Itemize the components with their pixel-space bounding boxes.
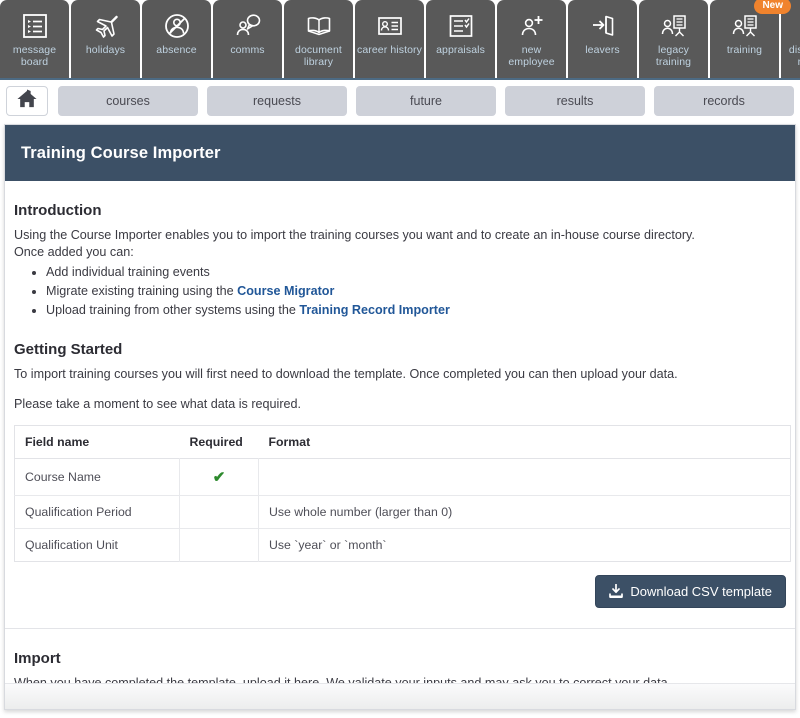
getting-started-section: Getting Started To import training cours…: [5, 341, 795, 608]
cell-required: ✔: [180, 459, 259, 496]
getting-started-line2: Please take a moment to see what data is…: [14, 396, 786, 413]
introduction-line1: Using the Course Importer enables you to…: [14, 227, 786, 244]
checklist-icon: [444, 9, 478, 43]
person-plus-icon: [515, 9, 549, 43]
download-csv-template-button[interactable]: Download CSV template: [595, 575, 786, 608]
table-header-row: Field name Required Format: [15, 426, 791, 459]
nav-item-label: message board: [1, 45, 69, 68]
subnav-tab-label: requests: [253, 94, 301, 108]
column-header-required: Required: [180, 426, 259, 459]
cell-field-name: Qualification Period: [15, 496, 180, 529]
navigation-underline: [0, 78, 800, 80]
nav-item-label: document library: [285, 45, 353, 68]
download-button-label: Download CSV template: [630, 584, 772, 599]
nav-item-label: disciplinary records: [782, 45, 800, 68]
nav-item-label: leavers: [569, 45, 637, 57]
home-icon: [16, 89, 38, 114]
introduction-line2: Once added you can:: [14, 244, 786, 261]
bullet-text: Add individual training events: [46, 265, 210, 279]
subnav-tab-label: results: [557, 94, 594, 108]
person-crossed-icon: [160, 9, 194, 43]
introduction-heading: Introduction: [14, 202, 786, 219]
subnav-tab-courses[interactable]: courses: [58, 86, 198, 116]
person-card-icon: [373, 9, 407, 43]
introduction-section: Introduction Using the Course Importer e…: [5, 202, 795, 320]
nav-item-training[interactable]: New training: [710, 0, 779, 78]
cell-format: [259, 459, 791, 496]
subnav-tab-label: records: [703, 94, 745, 108]
exit-door-icon: [586, 9, 620, 43]
getting-started-heading: Getting Started: [14, 341, 786, 358]
list-item: Migrate existing training using the Cour…: [46, 282, 786, 301]
bullet-text: Upload training from other systems using…: [46, 303, 299, 317]
introduction-bullet-list: Add individual training events Migrate e…: [14, 263, 786, 320]
nav-item-holidays[interactable]: holidays: [71, 0, 140, 78]
column-header-field-name: Field name: [15, 426, 180, 459]
subnav-tab-records[interactable]: records: [654, 86, 794, 116]
list-board-icon: [18, 9, 52, 43]
download-button-row: Download CSV template: [14, 575, 786, 608]
nav-item-document-library[interactable]: document library: [284, 0, 353, 78]
field-requirements-table: Field name Required Format Course Name ✔…: [14, 425, 791, 562]
nav-item-label: absence: [143, 45, 211, 57]
open-book-icon: [302, 9, 336, 43]
list-item: Add individual training events: [46, 263, 786, 282]
subnav-tab-label: courses: [106, 94, 150, 108]
nav-item-absence[interactable]: absence: [142, 0, 211, 78]
table-row: Course Name ✔: [15, 459, 791, 496]
nav-item-label: appraisals: [427, 45, 495, 57]
training-record-importer-link[interactable]: Training Record Importer: [299, 303, 449, 317]
column-header-format: Format: [259, 426, 791, 459]
nav-item-label: career history: [356, 45, 424, 57]
nav-item-comms[interactable]: comms: [213, 0, 282, 78]
panel-footer: [5, 683, 795, 709]
nav-item-appraisals[interactable]: appraisals: [426, 0, 495, 78]
nav-item-career-history[interactable]: career history: [355, 0, 424, 78]
page-title: Training Course Importer: [21, 144, 221, 163]
cell-format: Use whole number (larger than 0): [259, 496, 791, 529]
nav-item-label: training: [711, 45, 779, 57]
airplane-icon: [89, 9, 123, 43]
nav-item-label: legacy training: [640, 45, 708, 68]
subnav-tab-label: future: [410, 94, 442, 108]
cell-field-name: Course Name: [15, 459, 180, 496]
cell-field-name: Qualification Unit: [15, 529, 180, 562]
panel-header: Training Course Importer: [5, 125, 795, 181]
new-badge: New: [754, 0, 791, 14]
nav-item-message-board[interactable]: message board: [0, 0, 69, 78]
cell-required: [180, 529, 259, 562]
import-heading: Import: [14, 650, 786, 667]
nav-item-leavers[interactable]: leavers: [568, 0, 637, 78]
person-flipchart-icon: [657, 9, 691, 43]
primary-navigation: message board holidays absence comms doc…: [0, 0, 800, 80]
person-speech-bubble-icon: [231, 9, 265, 43]
secondary-navigation: courses requests future results records: [0, 82, 800, 120]
section-divider: [5, 628, 795, 629]
home-tab[interactable]: [6, 86, 48, 116]
check-icon: ✔: [213, 469, 226, 486]
download-icon: [609, 584, 623, 599]
subnav-tab-future[interactable]: future: [356, 86, 496, 116]
panel-body: Introduction Using the Course Importer e…: [5, 202, 795, 710]
cell-required: [180, 496, 259, 529]
subnav-tab-results[interactable]: results: [505, 86, 645, 116]
nav-item-new-employee[interactable]: new employee: [497, 0, 566, 78]
getting-started-line1: To import training courses you will firs…: [14, 366, 786, 383]
nav-item-legacy-training[interactable]: legacy training: [639, 0, 708, 78]
person-flipchart-icon: [728, 9, 762, 43]
nav-item-label: new employee: [498, 45, 566, 68]
subnav-tab-requests[interactable]: requests: [207, 86, 347, 116]
table-row: Qualification Unit Use `year` or `month`: [15, 529, 791, 562]
nav-item-label: holidays: [72, 45, 140, 57]
table-row: Qualification Period Use whole number (l…: [15, 496, 791, 529]
importer-panel: Training Course Importer Introduction Us…: [4, 124, 796, 710]
course-migrator-link[interactable]: Course Migrator: [237, 284, 334, 298]
cell-format: Use `year` or `month`: [259, 529, 791, 562]
bullet-text: Migrate existing training using the: [46, 284, 237, 298]
nav-item-label: comms: [214, 45, 282, 57]
list-item: Upload training from other systems using…: [46, 301, 786, 320]
